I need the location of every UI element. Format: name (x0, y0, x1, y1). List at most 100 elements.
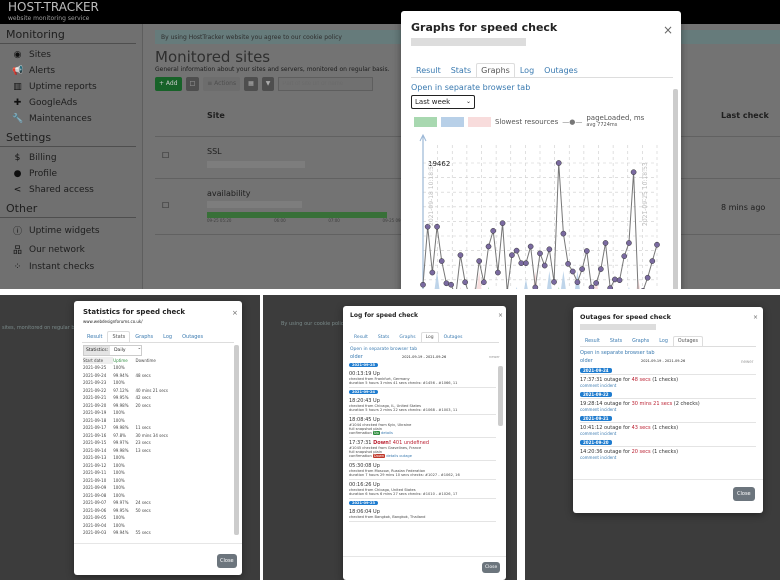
scrollbar[interactable] (498, 366, 503, 426)
downtime: 13 secs (135, 447, 151, 453)
log-detail: duration 5 hours 3 mins 41 secs checks: … (349, 381, 458, 385)
main-screenshot: HOST-TRACKER website monitoring service M… (0, 0, 780, 289)
incident-link[interactable]: incident (600, 455, 616, 460)
table-row: 2021-09-19 100% (83, 409, 175, 417)
downtime (136, 492, 175, 500)
uptime: 100% (113, 470, 125, 476)
tab-log[interactable]: Log (158, 331, 177, 342)
uptime: 99.95% (113, 507, 129, 513)
comment-link[interactable]: comment (580, 407, 599, 412)
comment-link[interactable]: comment (580, 455, 599, 460)
open-separate-tab-link[interactable]: Open in separate browser tab (350, 347, 417, 352)
modal-tabs: Result Stats Graphs Log Outages (82, 331, 234, 343)
scrollbar[interactable] (673, 89, 678, 289)
uptime: 99.98% (113, 402, 129, 408)
x-end-label: 2021-09-25 10:18:53 (642, 162, 649, 226)
range-select[interactable]: Last week ⌄ (411, 95, 475, 109)
older-link[interactable]: older (580, 358, 593, 364)
close-button[interactable]: Close (217, 554, 237, 568)
tab-graphs[interactable]: Graphs (130, 331, 158, 342)
log-location: checked from Bangkok, Bangkok, Thailand (349, 515, 426, 519)
modal-title: Graphs for speed check (411, 21, 558, 34)
outage-list: 2021-09-24 17:37:31 outage for 48 secs (1… (580, 368, 756, 464)
date-range: 2021-09-19 - 2021-09-26 (641, 359, 686, 363)
slowest-resource-mark (628, 287, 630, 289)
outages-screenshot: Outages for speed check × Result Stats Gra… (525, 295, 780, 580)
tab-log[interactable]: Log (420, 332, 439, 342)
tab-stats[interactable]: Stats (373, 332, 395, 342)
downtime (136, 522, 175, 530)
status-badge: Down (372, 454, 386, 458)
newer-link[interactable]: newer (741, 359, 753, 364)
scrollbar[interactable] (234, 345, 239, 535)
tab-outages[interactable]: Outages (672, 336, 704, 346)
tab-log[interactable]: Log (515, 63, 539, 77)
close-icon[interactable]: × (663, 23, 673, 37)
chevron-down-icon: ⌄ (465, 98, 471, 105)
close-icon[interactable]: × (753, 314, 758, 321)
log-list: 2021-09-25 00:13:19 Up checked from Frankf… (349, 361, 496, 551)
tab-result[interactable]: Result (411, 63, 446, 77)
tab-result[interactable]: Result (82, 331, 107, 342)
tab-stats[interactable]: Stats (107, 331, 131, 342)
slowest-resource-mark (561, 271, 566, 289)
comment-link[interactable]: comment (580, 431, 599, 436)
data-point (583, 248, 590, 254)
details-link[interactable]: details outage (386, 454, 412, 458)
newer-link[interactable]: newer (489, 355, 500, 359)
period-select[interactable]: Statistics: Daily ⌄ (83, 345, 143, 356)
data-point (612, 276, 618, 283)
tab-result[interactable]: Result (580, 336, 605, 346)
data-point (457, 252, 464, 258)
start-date: 2021-09-11 (83, 470, 107, 476)
close-icon[interactable]: × (232, 309, 238, 317)
close-button[interactable]: Close (733, 487, 755, 501)
stats-screenshot: sites, monitored on regular basis Statis… (0, 295, 260, 580)
table-row: 2021-09-10 100% (83, 477, 175, 485)
downtime: 40 mins 21 secs (135, 387, 168, 393)
incident-link[interactable]: incident (600, 431, 616, 436)
log-entry: 00:13:19 Up checked from Frankfurt, Germa… (349, 369, 496, 388)
data-point (541, 262, 548, 269)
tab-log[interactable]: Log (654, 336, 673, 346)
chevron-down-icon: ⌄ (137, 346, 142, 351)
tab-outages[interactable]: Outages (177, 331, 208, 342)
close-button[interactable]: Close (482, 562, 501, 573)
comment-link[interactable]: comment (580, 383, 599, 388)
close-icon[interactable]: × (498, 312, 503, 319)
tab-graphs[interactable]: Graphs (394, 332, 420, 342)
older-link[interactable]: older (350, 354, 363, 360)
downtime (136, 364, 175, 372)
outage-checks: (1 checks) (650, 377, 679, 383)
data-point (420, 281, 426, 288)
start-date: 2021-09-08 (83, 492, 107, 498)
date-badge: 2021-09-22 (580, 392, 612, 397)
tab-stats[interactable]: Stats (605, 336, 627, 346)
modal-title: Outages for speed check (580, 313, 671, 321)
modal-tabs: Result Stats Graphs Log Outages (580, 336, 756, 347)
downtime (136, 454, 175, 462)
log-entry: 00:16:26 Up checked from Chicago, United … (349, 480, 496, 499)
tab-outages[interactable]: Outages (539, 63, 583, 77)
incident-link[interactable]: incident (600, 383, 616, 388)
incident-link[interactable]: incident (600, 407, 616, 412)
open-separate-tab-link[interactable]: Open in separate browser tab (411, 83, 530, 92)
tab-stats[interactable]: Stats (446, 63, 476, 77)
tab-graphs[interactable]: Graphs (476, 63, 515, 77)
uptime: 99.95% (113, 395, 129, 401)
tab-result[interactable]: Result (349, 332, 373, 342)
outage-item: 19:28:14 outage for 30 mins 21 secs (2 c… (580, 398, 756, 416)
tab-graphs[interactable]: Graphs (627, 336, 654, 346)
details-link[interactable]: details (381, 431, 393, 435)
log-entry: 17:37:31 Down! 401 undefined #1045 checke… (349, 438, 496, 461)
data-point (546, 246, 553, 253)
data-point (485, 243, 492, 250)
x-start-label: 2021-09-18 10:18:53 (428, 162, 435, 226)
open-separate-tab-link[interactable]: Open in separate browser tab (580, 350, 655, 356)
log-entry: 18:06:04 Up checked from Bangkok, Bangkok… (349, 507, 496, 522)
table-row: 2021-09-05 100% (83, 514, 175, 522)
table-row: 2021-09-21 99.95% 42 secs (83, 394, 175, 402)
stats-table: Start date Uptime Downtime 2021-09-25 100% 20… (83, 357, 175, 537)
data-point (621, 253, 628, 260)
tab-outages[interactable]: Outages (439, 332, 468, 342)
